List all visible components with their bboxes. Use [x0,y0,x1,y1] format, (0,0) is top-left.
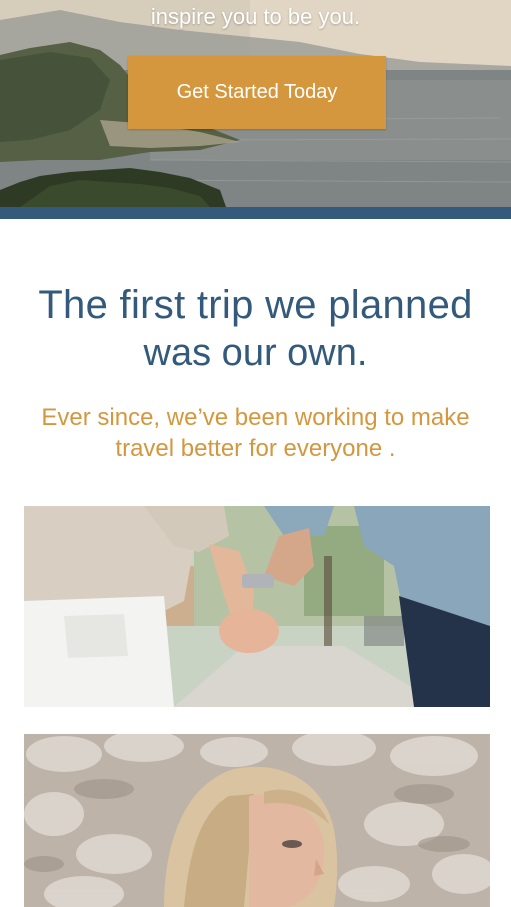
hero-subtitle-block: inspire you to be you. [0,4,511,30]
hero-subtitle: inspire you to be you. [150,4,361,29]
hero-divider-strip [0,207,511,219]
heading-line-1: The first trip we planned [38,283,473,327]
hero-section: inspire you to be you. Get Started Today [0,0,511,207]
page: inspire you to be you. Get Started Today… [0,0,511,907]
heading-line-2: was our own. [143,332,368,374]
intro-tagline: Ever since, we’ve been working to make t… [20,402,491,464]
couple-holding-hands-photo [24,506,490,707]
tagline-end: . [388,435,396,462]
tagline-highlight: better for everyone [180,435,383,462]
get-started-button[interactable]: Get Started Today [128,56,386,129]
intro-heading: The first trip we planned was our own. [0,280,511,376]
woman-portrait-photo [24,734,490,907]
